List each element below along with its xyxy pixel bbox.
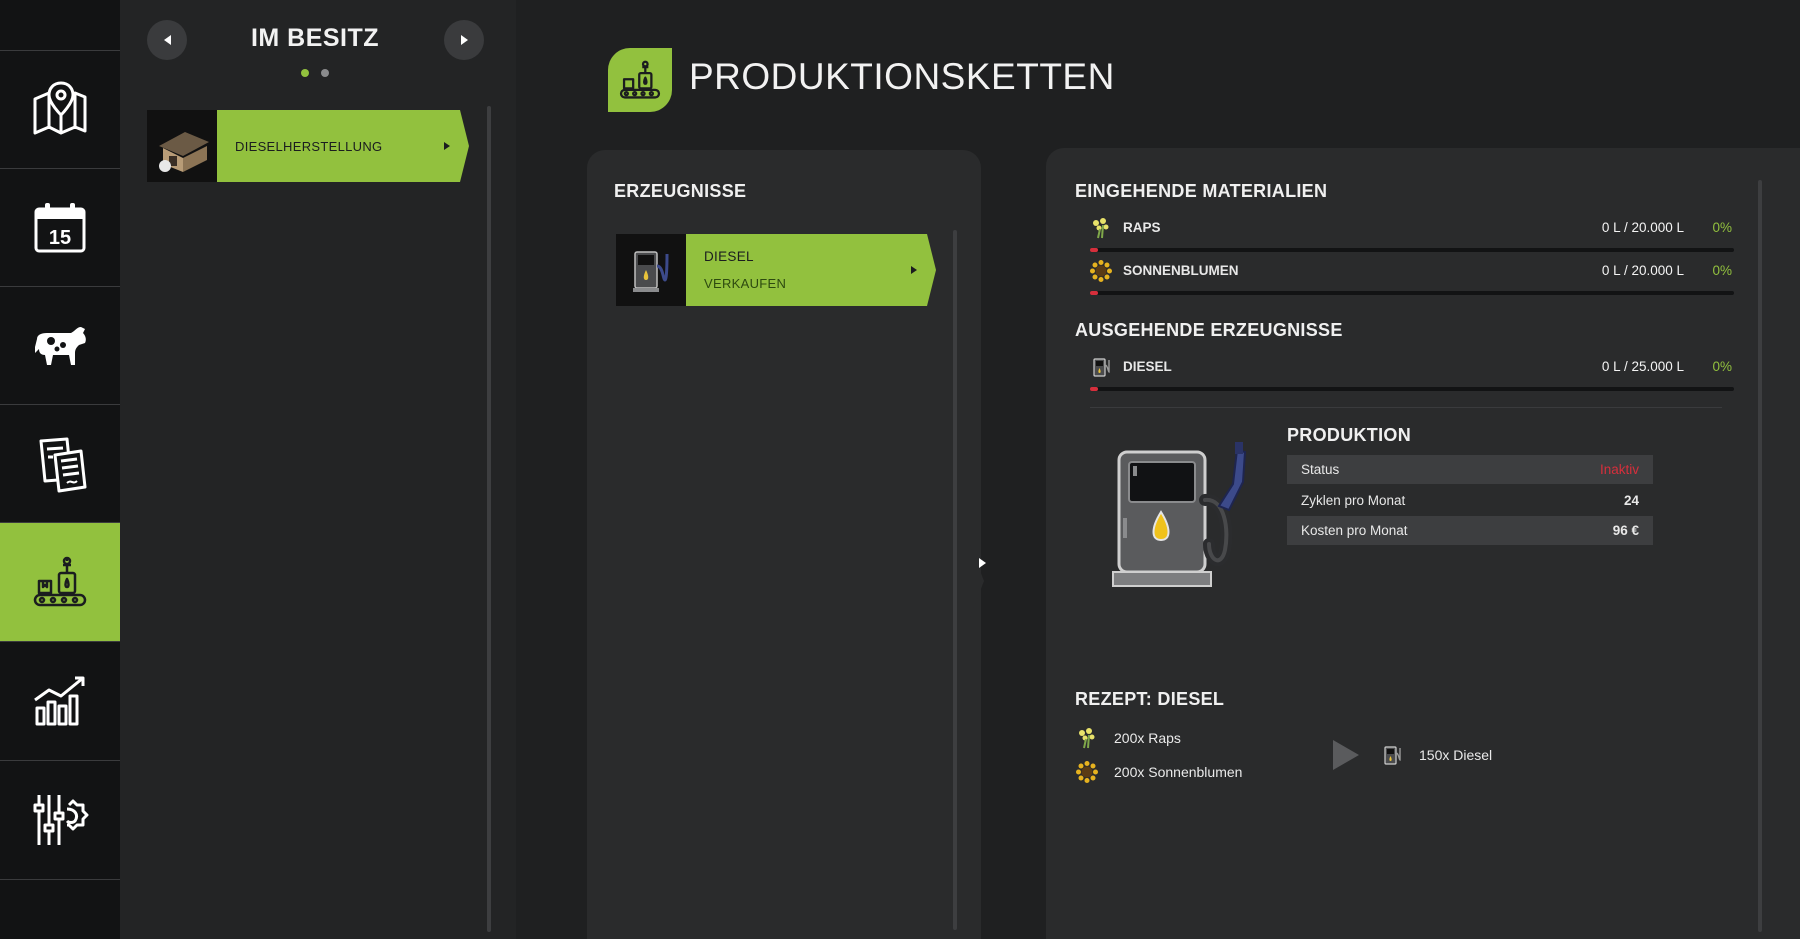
material-percent: 0% bbox=[1712, 263, 1732, 278]
recipe-title: REZEPT: DIESEL bbox=[1075, 689, 1225, 709]
material-name: DIESEL bbox=[1123, 359, 1172, 374]
nav-divider bbox=[0, 879, 120, 880]
material-fill-level bbox=[1090, 387, 1098, 391]
material-name: SONNENBLUMEN bbox=[1123, 263, 1239, 278]
calendar-day: 15 bbox=[49, 227, 71, 249]
recipe-output-label: 150x Diesel bbox=[1419, 747, 1493, 763]
material-name: RAPS bbox=[1123, 220, 1161, 235]
sunflower-icon bbox=[1076, 761, 1098, 783]
expand-arrow-icon[interactable] bbox=[979, 558, 986, 568]
nav-calendar-button[interactable]: 15 bbox=[0, 169, 120, 286]
selection-tail bbox=[927, 234, 936, 306]
details-scrollbar[interactable] bbox=[1758, 180, 1762, 932]
product-sublabel: VERKAUFEN bbox=[704, 276, 787, 291]
arrow-left-icon bbox=[163, 35, 171, 45]
calendar-icon: 15 bbox=[34, 202, 86, 252]
incoming-title: EINGEHENDE MATERIALIEN bbox=[1075, 181, 1328, 201]
canola-icon bbox=[1093, 218, 1109, 239]
material-amount: 0 L / 20.000 L bbox=[1601, 220, 1684, 235]
production-label: Kosten pro Monat bbox=[1301, 523, 1408, 538]
material-fill-bar bbox=[1090, 248, 1734, 252]
chevron-right-icon bbox=[444, 142, 450, 150]
material-amount: 0 L / 25.000 L bbox=[1601, 359, 1684, 374]
material-percent: 0% bbox=[1712, 359, 1732, 374]
recipe-output: 150x Diesel bbox=[1381, 744, 1492, 766]
fuel-pump-icon bbox=[616, 234, 686, 306]
owned-title: IM BESITZ bbox=[250, 24, 380, 52]
canola-icon bbox=[1079, 728, 1095, 749]
production-icon bbox=[33, 556, 87, 607]
recipe-input-label: 200x Raps bbox=[1114, 730, 1181, 746]
incoming-row-raps: RAPS 0 L / 20.000 L 0% bbox=[1090, 218, 1734, 252]
incoming-row-sonnenblumen: SONNENBLUMEN 0 L / 20.000 L 0% bbox=[1090, 260, 1734, 295]
statistics-icon bbox=[34, 676, 85, 725]
material-fill-bar bbox=[1090, 387, 1734, 391]
product-item-diesel[interactable]: DIESEL VERKAUFEN bbox=[616, 234, 936, 306]
nav-animals-button[interactable] bbox=[0, 287, 120, 404]
owned-item-label: DIESELHERSTELLUNG bbox=[235, 138, 383, 154]
production-cycles-value: 24 bbox=[1623, 493, 1639, 508]
product-label: DIESEL bbox=[704, 249, 754, 264]
material-fill-level bbox=[1090, 291, 1098, 295]
production-chain-icon bbox=[608, 48, 672, 112]
material-amount: 0 L / 20.000 L bbox=[1601, 263, 1684, 278]
animals-icon bbox=[35, 326, 86, 365]
material-fill-bar bbox=[1090, 291, 1734, 295]
nav-statistics-button[interactable] bbox=[0, 642, 120, 759]
selection-tail bbox=[460, 110, 469, 182]
fuel-icon bbox=[1384, 746, 1401, 765]
nav-settings-button[interactable] bbox=[0, 761, 120, 878]
production-cycles-row: Zyklen pro Monat 24 bbox=[1287, 486, 1653, 515]
panel-connector bbox=[970, 545, 984, 617]
map-icon bbox=[33, 80, 87, 134]
products-title: ERZEUGNISSE bbox=[614, 181, 747, 201]
arrow-right-icon bbox=[460, 35, 468, 45]
settings-icon bbox=[33, 794, 89, 845]
outgoing-title: AUSGEHENDE ERZEUGNISSE bbox=[1075, 320, 1343, 340]
products-scrollbar[interactable] bbox=[953, 230, 957, 930]
page-title: PRODUKTIONSKETTEN bbox=[689, 56, 1115, 97]
nav-map-button[interactable] bbox=[0, 51, 120, 168]
nav-contracts-button[interactable] bbox=[0, 405, 120, 522]
production-label: Zyklen pro Monat bbox=[1301, 493, 1406, 508]
next-page-button[interactable] bbox=[444, 20, 484, 60]
chevron-right-icon bbox=[911, 266, 917, 274]
material-percent: 0% bbox=[1712, 220, 1732, 235]
section-divider bbox=[1090, 407, 1722, 408]
main-nav-rail: 15 bbox=[0, 0, 129, 939]
outgoing-row-diesel: DIESEL 0 L / 25.000 L 0% bbox=[1090, 358, 1734, 391]
fuel-pump-illustration bbox=[1105, 440, 1265, 600]
owned-item-dieselherstellung[interactable]: DIESELHERSTELLUNG bbox=[147, 110, 469, 182]
production-title: PRODUKTION bbox=[1287, 425, 1411, 445]
production-status-value: Inaktiv bbox=[1599, 462, 1639, 477]
production-label: Status bbox=[1301, 462, 1340, 477]
page-indicator-active bbox=[301, 69, 309, 77]
production-cost-row: Kosten pro Monat 96 € bbox=[1287, 516, 1653, 545]
recipe-input-label: 200x Sonnenblumen bbox=[1114, 764, 1243, 780]
nav-production-button[interactable] bbox=[0, 523, 129, 641]
prev-page-button[interactable] bbox=[147, 20, 187, 60]
recipe-input: 200x Raps bbox=[1076, 727, 1181, 749]
fuel-icon bbox=[1093, 358, 1110, 377]
shed-icon bbox=[147, 110, 217, 182]
contracts-icon bbox=[39, 437, 87, 492]
recipe-input: 200x Sonnenblumen bbox=[1076, 761, 1242, 783]
production-status-row: Status Inaktiv bbox=[1287, 455, 1653, 484]
recipe-arrow-icon bbox=[1333, 740, 1359, 770]
production-cost-value: 96 € bbox=[1612, 523, 1639, 538]
sunflower-icon bbox=[1090, 260, 1112, 282]
page-indicator bbox=[321, 69, 329, 77]
material-fill-level bbox=[1090, 248, 1098, 252]
owned-scrollbar[interactable] bbox=[487, 106, 491, 932]
